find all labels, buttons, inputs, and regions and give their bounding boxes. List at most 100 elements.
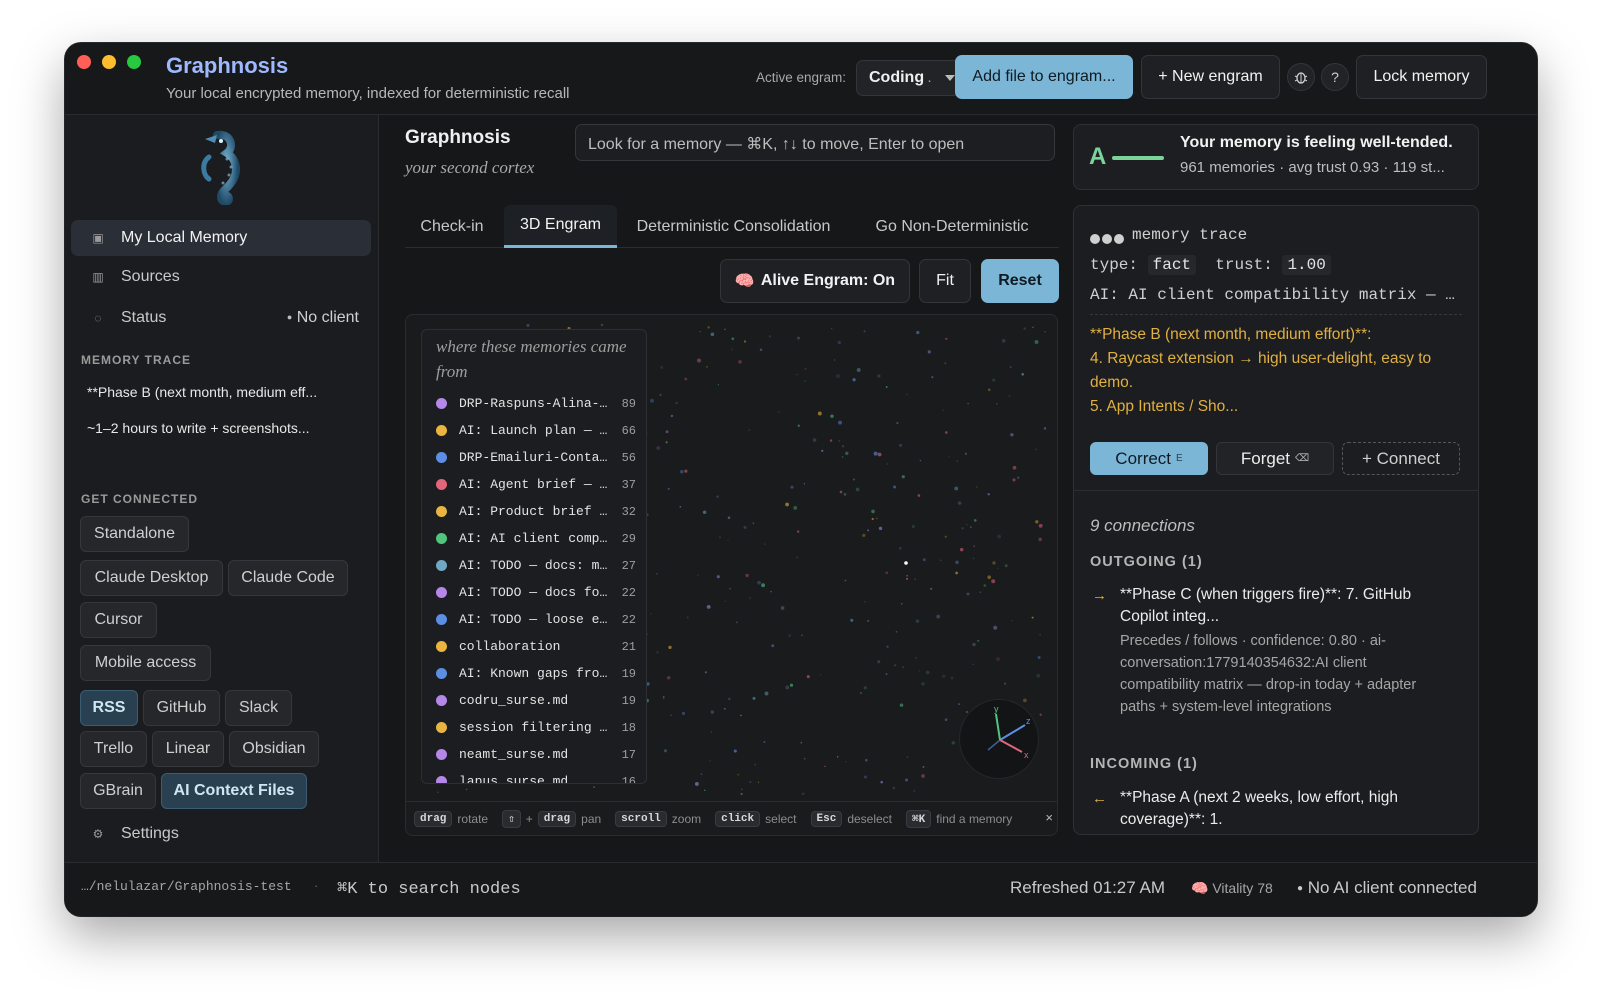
- hint-key: click: [715, 810, 761, 827]
- chip-cursor[interactable]: Cursor: [80, 602, 157, 638]
- legend-item-name: AI: Launch plan — ...: [459, 423, 609, 438]
- main-tabs: Check-in 3D Engram Deterministic Consoli…: [405, 205, 1059, 248]
- correct-button[interactable]: Correct E: [1090, 442, 1208, 475]
- legend-item-count: 37: [621, 477, 636, 492]
- minimize-window-button[interactable]: [102, 55, 116, 69]
- chip-github[interactable]: GitHub: [143, 690, 220, 726]
- legend-item[interactable]: AI: TODO — docs: m... 27: [436, 552, 636, 579]
- legend-title: where these memories came from: [436, 337, 627, 381]
- seahorse-logo-icon: [187, 129, 253, 206]
- incoming-connection-link[interactable]: **Phase A (next 2 weeks, low effort, hig…: [1120, 787, 1450, 831]
- axis-gizmo[interactable]: z x y: [959, 699, 1039, 779]
- engram-3d-canvas[interactable]: where these memories came from DRP-Raspu…: [405, 314, 1058, 836]
- chip-claude-desktop[interactable]: Claude Desktop: [80, 560, 223, 596]
- legend-item-name: AI: AI client comp...: [459, 531, 609, 546]
- outgoing-connection-link[interactable]: **Phase C (when triggers fire)**: 7. Git…: [1120, 584, 1450, 628]
- legend-item-count: 27: [621, 558, 636, 573]
- hint-key: ⇧: [502, 809, 521, 828]
- legend-item-name: AI: TODO — docs fo...: [459, 585, 609, 600]
- sidebar-item-status[interactable]: ◌ Status ● No client: [71, 300, 371, 336]
- alive-engram-toggle[interactable]: 🧠 Alive Engram: On: [720, 259, 910, 303]
- legend-item[interactable]: AI: TODO — docs fo... 22: [436, 579, 636, 606]
- close-icon[interactable]: ×: [1045, 810, 1053, 825]
- chip-standalone[interactable]: Standalone: [80, 516, 189, 552]
- chip-trello[interactable]: Trello: [80, 731, 147, 767]
- legend-item-count: 56: [621, 450, 636, 465]
- legend-item-name: collaboration: [459, 639, 561, 654]
- brain-icon: 🧠: [1191, 880, 1209, 896]
- tab-go-non-deterministic[interactable]: Go Non-Deterministic: [852, 205, 1052, 248]
- close-window-button[interactable]: [77, 55, 91, 69]
- chip-gbrain[interactable]: GBrain: [80, 773, 156, 809]
- active-engram-label: Active engram:: [756, 70, 847, 85]
- legend-item[interactable]: AI: Product brief ... 32: [436, 498, 636, 525]
- memory-trace-item[interactable]: ~1–2 hours to write + screenshots...: [87, 420, 310, 436]
- legend-item[interactable]: session filtering ... 18: [436, 714, 636, 741]
- reset-button[interactable]: Reset: [981, 259, 1059, 303]
- memory-trace-item[interactable]: **Phase B (next month, medium eff...: [87, 384, 317, 400]
- legend-item-name: AI: TODO — loose e...: [459, 612, 609, 627]
- tab-3d-engram[interactable]: 3D Engram: [504, 205, 617, 248]
- legend-item-name: session filtering ...: [459, 720, 609, 735]
- fit-button[interactable]: Fit: [919, 259, 971, 303]
- chip-linear[interactable]: Linear: [152, 731, 224, 767]
- help-button[interactable]: ?: [1321, 63, 1349, 91]
- color-swatch-icon: [436, 452, 447, 463]
- connect-button[interactable]: + Connect: [1342, 442, 1460, 475]
- legend-item[interactable]: AI: AI client comp... 29: [436, 525, 636, 552]
- hint-key: drag: [414, 810, 453, 827]
- engram-select-value: Coding: [869, 69, 925, 86]
- connections-count: 9 connections: [1090, 516, 1195, 535]
- chip-slack[interactable]: Slack: [225, 690, 292, 726]
- color-swatch-icon: [436, 587, 447, 598]
- chevron-down-icon: [945, 75, 955, 81]
- health-title: Your memory is feeling well-tended.: [1180, 134, 1453, 151]
- divider: [1090, 314, 1462, 315]
- health-grade: A: [1089, 143, 1107, 170]
- sidebar-item-settings[interactable]: ⚙ Settings: [71, 816, 371, 852]
- chip-mobile-access[interactable]: Mobile access: [80, 645, 211, 681]
- legend-item[interactable]: AI: Known gaps fro... 19: [436, 660, 636, 687]
- legend-item[interactable]: AI: Agent brief — ... 37: [436, 471, 636, 498]
- forget-button[interactable]: Forget ⌫: [1216, 442, 1334, 475]
- tab-deterministic-consolidation[interactable]: Deterministic Consolidation: [623, 205, 844, 248]
- tab-check-in[interactable]: Check-in: [405, 205, 499, 248]
- legend-item[interactable]: AI: Launch plan — ... 66: [436, 417, 636, 444]
- legend-item[interactable]: AI: TODO — loose e... 22: [436, 606, 636, 633]
- trace-heading: memory trace: [1132, 226, 1248, 244]
- legend-item[interactable]: collaboration 21: [436, 633, 636, 660]
- legend-item-name: AI: Product brief ...: [459, 504, 609, 519]
- refreshed-time: Refreshed 01:27 AM: [1010, 878, 1165, 897]
- outgoing-heading: OUTGOING (1): [1090, 554, 1203, 570]
- chip-rss[interactable]: RSS: [80, 690, 138, 726]
- chip-claude-code[interactable]: Claude Code: [228, 560, 348, 596]
- legend-item[interactable]: codru_surse.md 19: [436, 687, 636, 714]
- engram-select[interactable]: Coding.: [856, 60, 966, 96]
- sidebar-item-sources[interactable]: ▥ Sources: [71, 259, 371, 295]
- add-file-button[interactable]: Add file to engram...: [955, 55, 1133, 99]
- legend-item[interactable]: neamt_surse.md 17: [436, 741, 636, 768]
- ai-client-status: ● No AI client connected: [1297, 878, 1477, 897]
- memory-search-input[interactable]: Look for a memory — ⌘K, ↑↓ to move, Ente…: [575, 124, 1055, 161]
- sidebar-item-label: Sources: [121, 268, 180, 285]
- workspace-path: …/nelulazar/Graphnosis-test: [81, 879, 292, 894]
- status-indicator: ● No client: [286, 309, 359, 326]
- legend-item[interactable]: lapus_surse.md 16: [436, 768, 636, 783]
- zoom-window-button[interactable]: [127, 55, 141, 69]
- legend-item[interactable]: DRP-Emailuri-Conta... 56: [436, 444, 636, 471]
- legend-item-count: 89: [621, 396, 636, 411]
- color-swatch-icon: [436, 425, 447, 436]
- bug-icon[interactable]: [1287, 63, 1315, 91]
- chip-obsidian[interactable]: Obsidian: [229, 731, 319, 767]
- lock-memory-button[interactable]: Lock memory: [1356, 55, 1487, 99]
- new-engram-button[interactable]: + New engram: [1141, 55, 1280, 99]
- memory-health-card: A Your memory is feeling well-tended. 96…: [1073, 124, 1479, 190]
- chip-ai-context-files[interactable]: AI Context Files: [161, 773, 307, 809]
- color-swatch-icon: [436, 776, 447, 783]
- legend-item[interactable]: DRP-Raspuns-Alina-... 89: [436, 390, 636, 417]
- sidebar-item-my-local-memory[interactable]: ▣ My Local Memory: [71, 220, 371, 256]
- legend-item-name: AI: TODO — docs: m...: [459, 558, 609, 573]
- arrow-right-icon: →: [1092, 587, 1107, 604]
- gear-icon: ⚙: [92, 827, 104, 841]
- color-swatch-icon: [436, 560, 447, 571]
